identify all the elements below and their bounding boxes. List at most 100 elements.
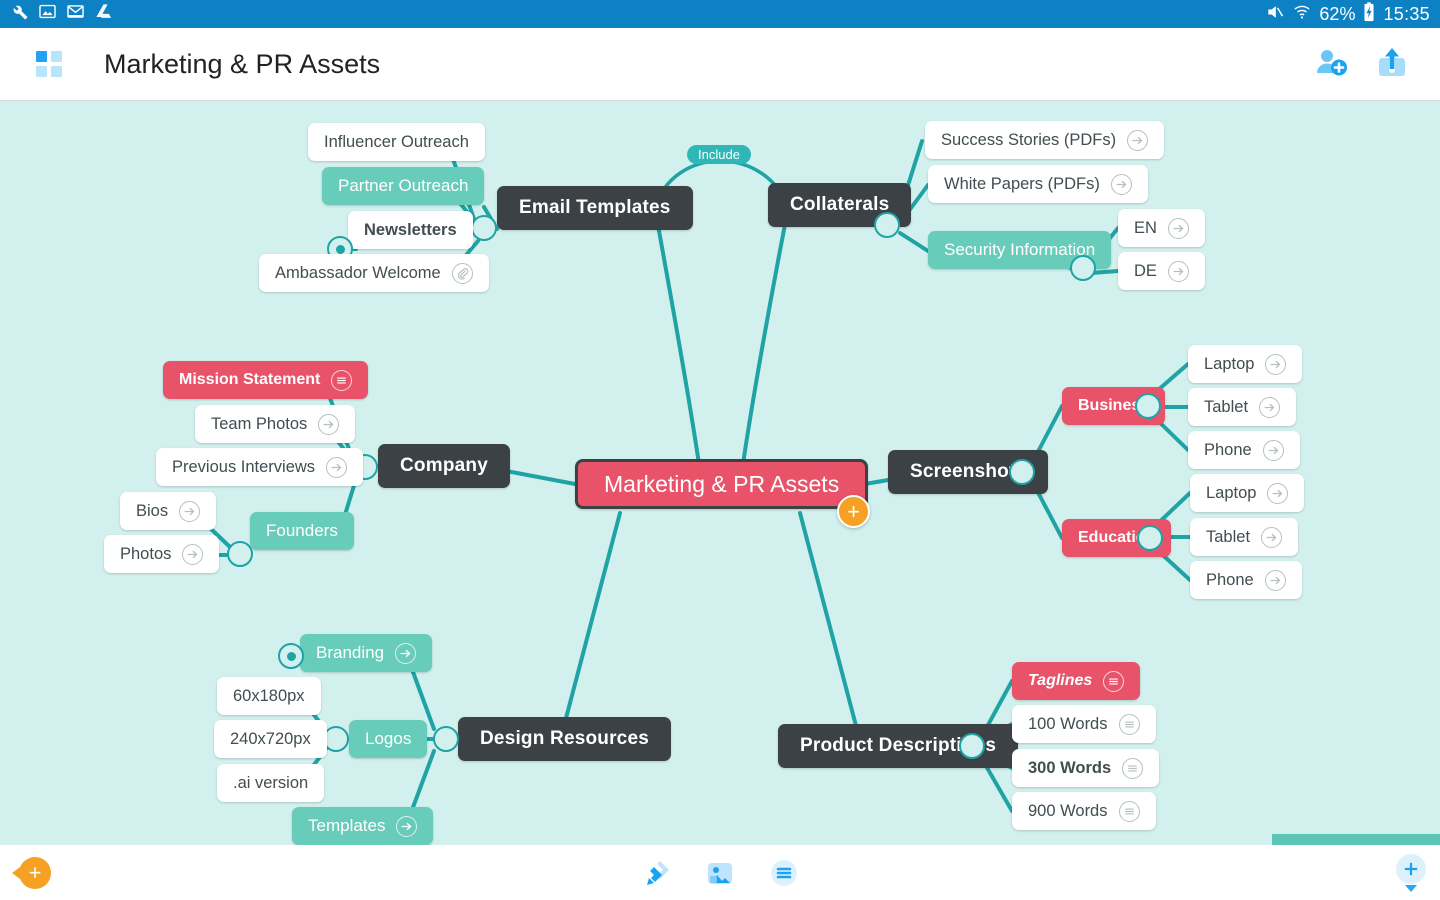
node-business-phone[interactable]: Phone: [1188, 431, 1300, 469]
node-ambassador-welcome[interactable]: Ambassador Welcome: [259, 254, 489, 292]
node-label: 900 Words: [1028, 801, 1108, 820]
node-newsletters[interactable]: Newsletters: [348, 211, 473, 249]
note-icon[interactable]: [1103, 670, 1125, 692]
junction-logos[interactable]: [323, 726, 349, 752]
arrow-right-icon[interactable]: [182, 543, 204, 565]
node-label: DE: [1134, 261, 1157, 280]
node-education-laptop[interactable]: Laptop: [1190, 474, 1305, 512]
arrow-right-icon[interactable]: [1110, 173, 1132, 195]
arrow-right-icon[interactable]: [1264, 569, 1286, 591]
node-lang-de[interactable]: DE: [1118, 252, 1205, 290]
note-icon[interactable]: [1118, 800, 1140, 822]
app-screen: 62% 15:35 Marketing & PR Assets Include …: [0, 0, 1440, 900]
node-100-words[interactable]: 100 Words: [1012, 705, 1156, 743]
arrow-right-icon[interactable]: [1267, 482, 1289, 504]
arrow-right-icon[interactable]: [1261, 526, 1283, 548]
arrow-right-icon[interactable]: [395, 642, 417, 664]
node-white-papers[interactable]: White Papers (PDFs): [928, 165, 1148, 203]
chevron-down-icon[interactable]: [1405, 884, 1417, 892]
branch-node-design-resources[interactable]: Design Resources: [458, 717, 671, 761]
node-label: Partner Outreach: [338, 176, 469, 195]
app-header: Marketing & PR Assets: [0, 28, 1440, 101]
app-logo-icon[interactable]: [36, 51, 62, 77]
node-ai-version[interactable]: .ai version: [217, 764, 325, 802]
arrow-right-icon[interactable]: [1167, 217, 1189, 239]
arrow-right-icon[interactable]: [318, 413, 340, 435]
node-branding[interactable]: Branding: [300, 634, 433, 672]
node-label: Logos: [365, 729, 412, 748]
node-900-words[interactable]: 900 Words: [1012, 792, 1156, 830]
node-label: Ambassador Welcome: [275, 263, 441, 282]
arrow-right-icon[interactable]: [326, 456, 348, 478]
junction-product-descriptions[interactable]: [959, 733, 985, 759]
android-status-bar: 62% 15:35: [0, 0, 1440, 28]
branch-node-company[interactable]: Company: [378, 444, 510, 488]
outline-menu-tool[interactable]: [766, 855, 802, 891]
junction-screenshots[interactable]: [1009, 459, 1035, 485]
note-icon[interactable]: [1122, 757, 1144, 779]
arrow-right-icon[interactable]: [1262, 439, 1284, 461]
node-success-stories[interactable]: Success Stories (PDFs): [925, 121, 1165, 159]
node-label: Success Stories (PDFs): [941, 130, 1117, 149]
node-education-phone[interactable]: Phone: [1190, 561, 1302, 599]
bottom-tools: [0, 855, 1440, 891]
insert-image-tool[interactable]: [702, 855, 738, 891]
person-add-icon[interactable]: [1316, 47, 1348, 82]
node-team-photos[interactable]: Team Photos: [195, 405, 356, 443]
node-previous-interviews[interactable]: Previous Interviews: [156, 448, 364, 486]
junction-security-information[interactable]: [1070, 255, 1096, 281]
node-label: White Papers (PDFs): [944, 174, 1100, 193]
node-taglines[interactable]: Taglines: [1012, 662, 1141, 700]
node-label: Branding: [316, 643, 385, 662]
node-label: Laptop: [1204, 354, 1255, 373]
node-founders[interactable]: Founders: [250, 512, 354, 550]
note-icon[interactable]: [331, 369, 353, 391]
junction-education[interactable]: [1137, 525, 1163, 551]
node-size-240x720[interactable]: 240x720px: [214, 720, 327, 758]
root-node[interactable]: Marketing & PR Assets: [575, 459, 869, 509]
zoom-controls[interactable]: [1396, 853, 1426, 892]
arrow-right-icon[interactable]: [179, 500, 201, 522]
junction-business[interactable]: [1135, 393, 1161, 419]
node-influencer-outreach[interactable]: Influencer Outreach: [308, 123, 485, 161]
node-300-words[interactable]: 300 Words: [1012, 749, 1160, 787]
clock-label: 15:35: [1383, 3, 1430, 24]
node-business-laptop[interactable]: Laptop: [1188, 345, 1303, 383]
add-child-node-button[interactable]: +: [837, 495, 870, 528]
arrow-right-icon[interactable]: [1127, 129, 1149, 151]
node-mission-statement[interactable]: Mission Statement: [163, 361, 369, 399]
arrow-right-icon[interactable]: [1259, 396, 1281, 418]
mute-icon: [1265, 2, 1285, 27]
node-education-tablet[interactable]: Tablet: [1190, 518, 1299, 556]
branch-node-email-templates[interactable]: Email Templates: [497, 186, 693, 230]
junction-collaterals[interactable]: [874, 212, 900, 238]
arrow-right-icon[interactable]: [1167, 260, 1189, 282]
branch-label: Email Templates: [519, 197, 671, 218]
scrollbar-thumb[interactable]: [1272, 834, 1440, 845]
node-label: 240x720px: [230, 729, 311, 748]
junction-founders[interactable]: [227, 541, 253, 567]
relation-label-include[interactable]: Include: [687, 145, 751, 164]
zoom-in-button[interactable]: [1396, 853, 1426, 884]
node-partner-outreach[interactable]: Partner Outreach: [322, 167, 485, 205]
node-bios[interactable]: Bios: [120, 492, 217, 530]
junction-branding-sub[interactable]: [278, 643, 304, 669]
node-lang-en[interactable]: EN: [1118, 209, 1205, 247]
drive-icon: [94, 2, 113, 26]
upload-icon[interactable]: [1378, 47, 1406, 82]
node-photos[interactable]: Photos: [104, 535, 220, 573]
mindmap-canvas[interactable]: Include Marketing & PR Assets + Email Te…: [0, 101, 1440, 845]
note-icon[interactable]: [1118, 713, 1140, 735]
attachment-icon[interactable]: [451, 262, 473, 284]
battery-charging-icon: [1362, 1, 1376, 27]
junction-design-resources[interactable]: [433, 726, 459, 752]
junction-email-templates[interactable]: [471, 215, 497, 241]
node-size-60x180[interactable]: 60x180px: [217, 677, 321, 715]
node-business-tablet[interactable]: Tablet: [1188, 388, 1297, 426]
arrow-right-icon[interactable]: [1265, 353, 1287, 375]
format-brush-tool[interactable]: [638, 855, 674, 891]
node-logos[interactable]: Logos: [349, 720, 428, 758]
node-label: Phone: [1204, 440, 1252, 459]
wifi-icon: [1292, 2, 1312, 27]
canvas-horizontal-scrollbar[interactable]: [0, 834, 1440, 845]
